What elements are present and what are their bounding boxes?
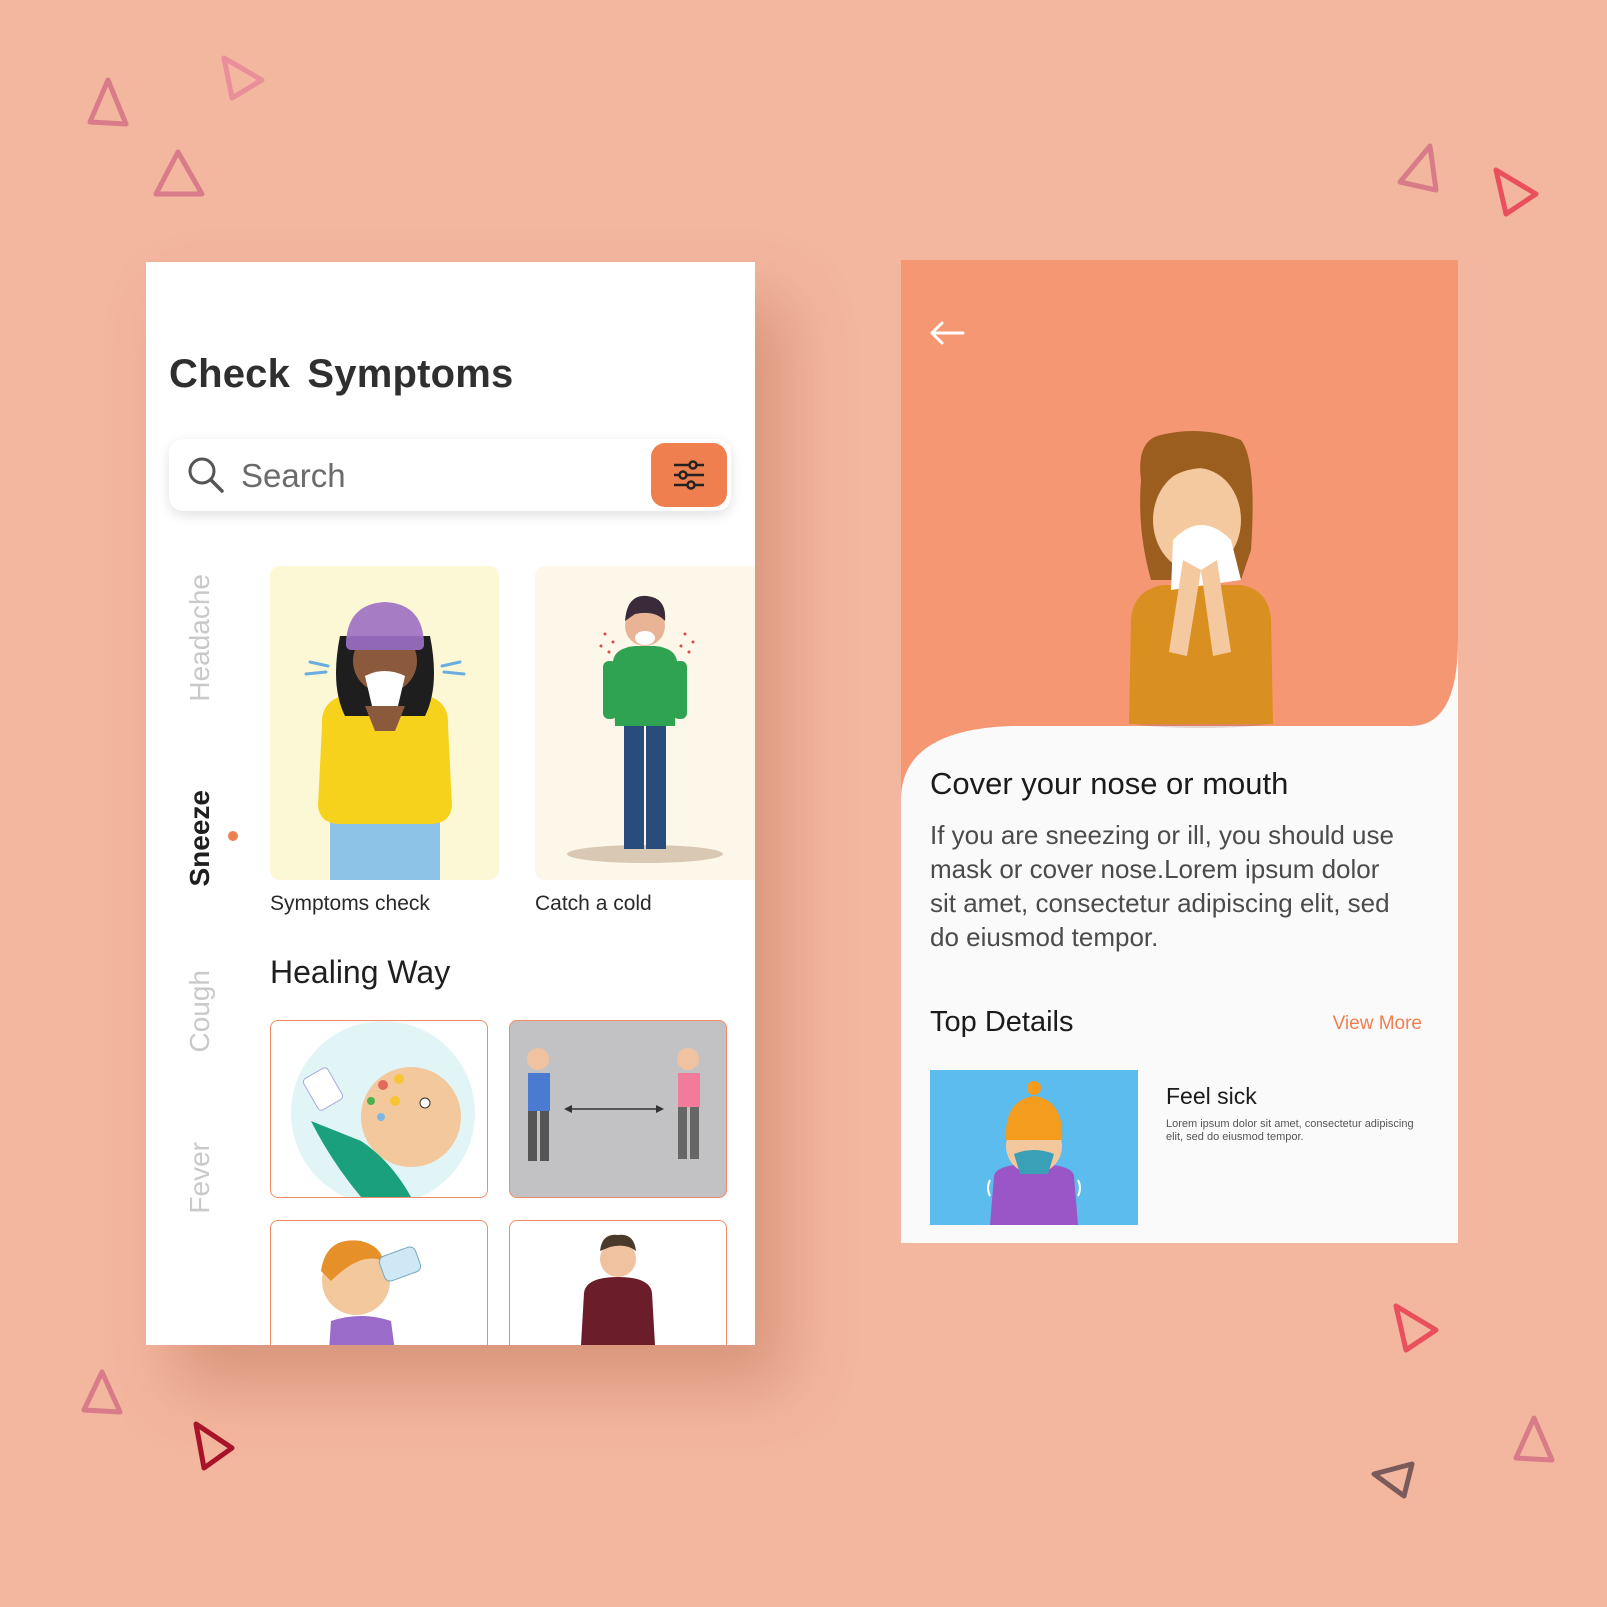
feel-sick-image[interactable] (930, 1070, 1138, 1225)
symptom-card-cold[interactable] (535, 566, 755, 880)
healing-card-drink-water[interactable] (270, 1220, 488, 1345)
search-bar (169, 439, 731, 511)
healing-card-distance[interactable] (509, 1020, 727, 1198)
tab-fever[interactable]: Fever (184, 1142, 228, 1214)
healing-card-rest[interactable] (509, 1220, 727, 1345)
search-input[interactable] (239, 451, 623, 501)
man-in-hoodie-illustration (581, 1234, 655, 1345)
tab-cough[interactable]: Cough (184, 970, 228, 1053)
card-label-catch-a-cold: Catch a cold (535, 892, 652, 915)
healing-way-title: Healing Way (270, 954, 451, 990)
drinking-water-illustration (321, 1240, 422, 1345)
sick-child-illustration (987, 1081, 1081, 1225)
healing-card-medicine[interactable] (270, 1020, 488, 1198)
man-with-cold-illustration (567, 595, 723, 863)
symptoms-screen: Check Symptoms Headache Sneeze Cough Fev… (146, 262, 755, 1345)
sneezing-woman-illustration (304, 602, 466, 880)
view-more-link[interactable]: View More (1333, 1013, 1422, 1035)
taking-pills-illustration (291, 1021, 475, 1197)
top-details-title: Top Details (930, 1006, 1074, 1038)
feel-sick-description: Lorem ipsum dolor sit amet, consectetur … (1166, 1118, 1414, 1143)
page-title: Check Symptoms (169, 352, 514, 396)
social-distance-illustration (527, 1048, 700, 1161)
search-icon (187, 456, 225, 494)
tab-headache[interactable]: Headache (184, 574, 228, 702)
tab-sneeze[interactable]: Sneeze (184, 790, 228, 887)
feel-sick-title: Feel sick (1166, 1083, 1257, 1109)
active-tab-indicator (228, 831, 238, 841)
arrow-left-icon[interactable] (929, 320, 965, 346)
detail-body: If you are sneezing or ill, you should u… (930, 820, 1394, 952)
woman-covering-nose-illustration (1129, 431, 1273, 728)
symptom-card-sneezing[interactable] (270, 566, 499, 880)
filter-button[interactable] (651, 443, 727, 507)
detail-screen: Cover your nose or mouth If you are snee… (901, 260, 1458, 1243)
detail-title: Cover your nose or mouth (930, 766, 1289, 801)
card-label-symptoms-check: Symptoms check (270, 892, 430, 915)
